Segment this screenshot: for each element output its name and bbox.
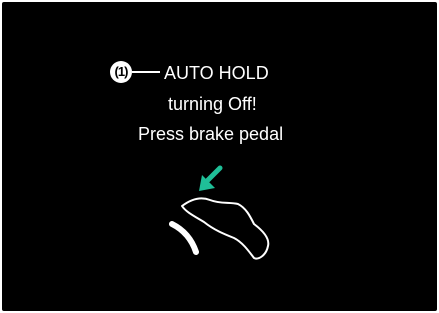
arrow-down-left-icon [199, 165, 223, 191]
callout-leader-line [132, 71, 160, 73]
callout-marker: (1) [110, 61, 162, 83]
cluster-display: (1) AUTO HOLD turning Off! Press brake p… [2, 2, 437, 311]
message-line-1: AUTO HOLD [164, 63, 269, 83]
message-line-2: turning Off! [168, 94, 257, 114]
press-brake-pedal-illustration [169, 165, 270, 260]
message-line-3: Press brake pedal [138, 124, 284, 144]
brake-pedal-arc-icon [169, 221, 199, 255]
callout-number-badge: (1) [110, 61, 132, 83]
